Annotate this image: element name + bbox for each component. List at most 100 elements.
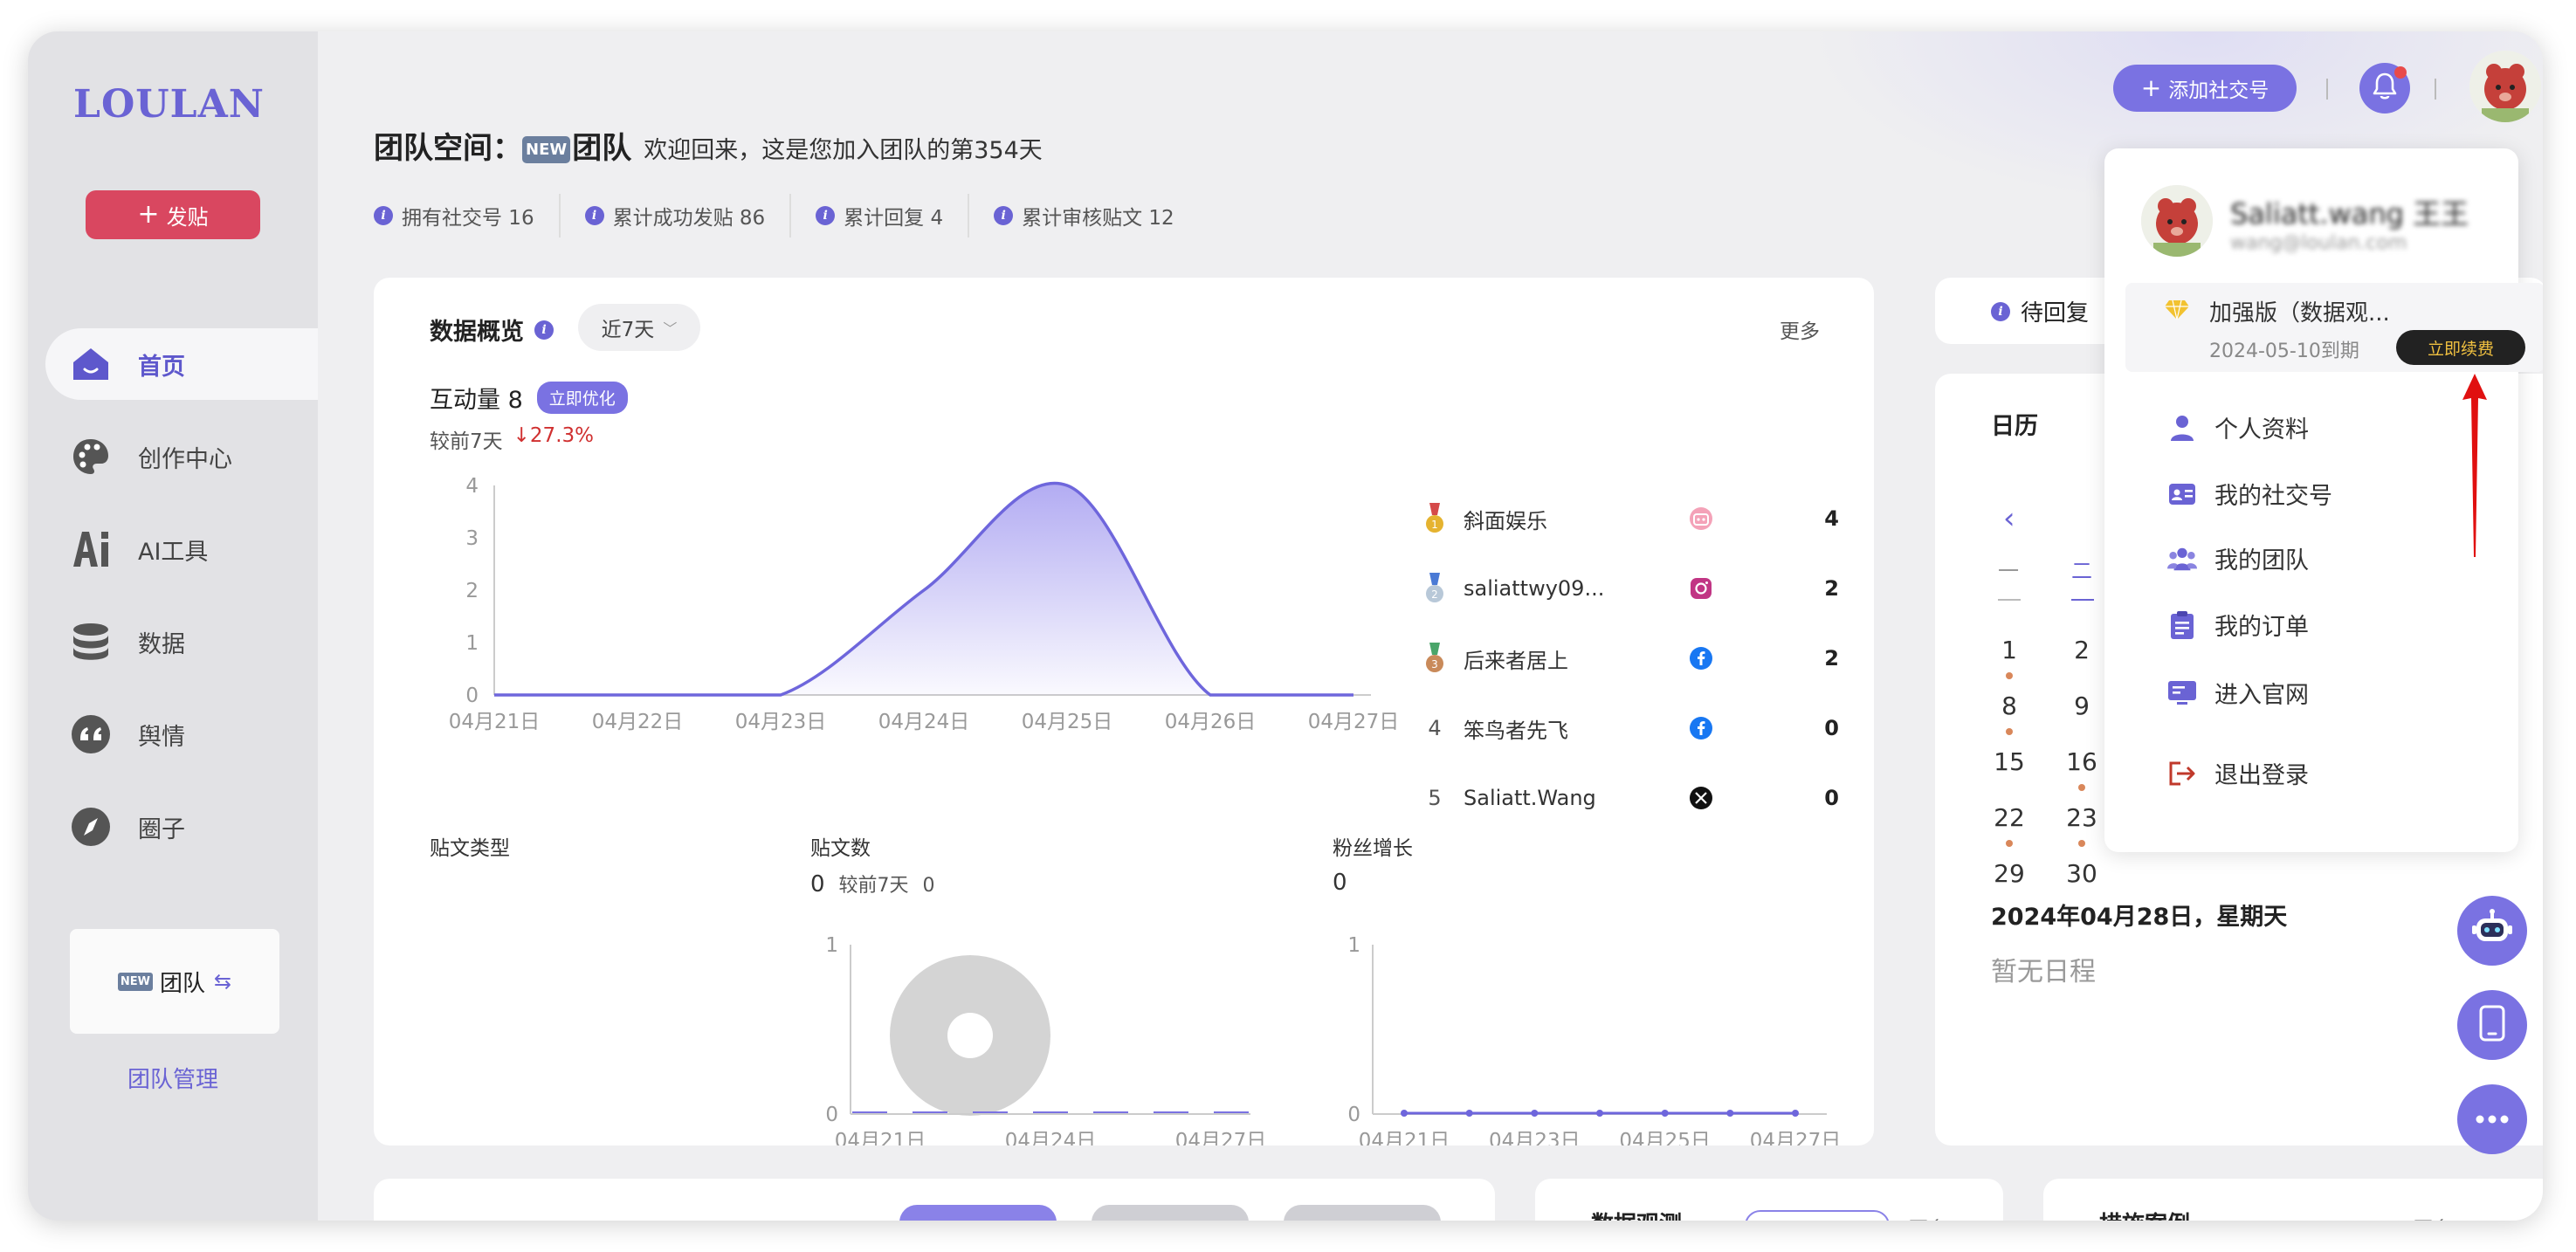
app-window: LOULAN + 发贴 首页 创作中心 AI工具 数据 舆情 圈子 NEW 团队… (28, 31, 2543, 1221)
calendar-day[interactable]: 9 (2056, 691, 2108, 720)
weekday-underline (2071, 599, 2094, 601)
bar (1093, 1111, 1128, 1113)
calendar-day[interactable]: 22 (1983, 803, 2035, 832)
ranking-value: 2 (1824, 576, 1839, 601)
menu-item-social-accounts[interactable]: 我的社交号 (2167, 477, 2332, 511)
y-tick-label: 1 (825, 934, 838, 957)
tab-pill[interactable] (1284, 1205, 1441, 1221)
user-avatar[interactable] (2469, 51, 2541, 122)
donut-hole (947, 1013, 993, 1058)
x-tick-label: 04月26日 (1165, 711, 1257, 733)
sidebar-item-home[interactable]: 首页 (45, 328, 318, 400)
mobile-button[interactable] (2457, 990, 2527, 1060)
ranking-row[interactable]: 5 Saliatt.Wang 0 (1413, 781, 1839, 815)
account-name: Saliatt.Wang (1464, 786, 1596, 810)
page-title: 团队空间： NEW 团队 欢迎回来，这是您加入团队的第354天 (374, 131, 1043, 166)
menu-item-website[interactable]: 进入官网 (2167, 676, 2309, 710)
bar (1154, 1111, 1188, 1113)
data-point (1661, 1110, 1669, 1117)
sidebar-item-label: 创作中心 (138, 445, 232, 473)
rank-number: 4 (1428, 716, 1442, 740)
post-count-label: 贴文数 (810, 837, 871, 860)
post-type-label: 贴文类型 (430, 837, 510, 860)
team-icon (2167, 544, 2197, 574)
info-icon: i (584, 206, 604, 225)
y-tick-label: 1 (1347, 934, 1360, 957)
sidebar-item-creation[interactable]: 创作中心 (45, 421, 318, 492)
tab-pill[interactable] (899, 1205, 1057, 1221)
sidebar-item-data[interactable]: 数据 (45, 606, 318, 678)
team-switcher[interactable]: NEW 团队 ⇆ (70, 929, 279, 1034)
calendar-day[interactable]: 1 (1983, 636, 2035, 664)
case-more-link[interactable]: 更多 (2414, 1214, 2452, 1221)
pending-label: 待回复 (2021, 300, 2090, 327)
team-manage-link[interactable]: 团队管理 (28, 1062, 318, 1094)
add-social-button[interactable]: + 添加社交号 (2113, 65, 2297, 112)
bar (1033, 1111, 1068, 1113)
team-switcher-label: 团队 (159, 970, 205, 997)
plus-icon: + (2140, 73, 2162, 102)
x-tick-label: 04月24日 (1005, 1130, 1097, 1145)
new-badge: NEW (117, 972, 153, 991)
x-tick-label: 04月25日 (1022, 711, 1113, 733)
calendar-day[interactable]: 29 (1983, 859, 2035, 888)
compass-icon (68, 804, 114, 850)
ranking-row[interactable]: 1 斜面娱乐 4 (1413, 501, 1839, 536)
y-tick-label: 2 (465, 580, 479, 602)
x-tick-label: 04月23日 (1489, 1130, 1581, 1145)
account-name: 后来者居上 (1464, 648, 1568, 673)
x-tick-label: 04月22日 (592, 711, 684, 733)
weekday-label: 二 (2071, 559, 2092, 583)
calendar-day[interactable]: 30 (2056, 859, 2108, 888)
menu-item-orders[interactable]: 我的订单 (2167, 608, 2309, 642)
monitor-more-link[interactable]: 更多 (1909, 1214, 1947, 1221)
ranking-value: 0 (1824, 786, 1839, 810)
post-button[interactable]: + 发贴 (86, 190, 260, 239)
brand-logo[interactable]: LOULAN (73, 82, 265, 127)
plus-icon: + (137, 199, 160, 230)
notification-button[interactable] (2359, 63, 2410, 114)
ranking-value: 4 (1824, 506, 1839, 531)
account-name: saliattwy09... (1464, 576, 1605, 601)
data-point (1726, 1110, 1734, 1117)
ai-assistant-button[interactable] (2457, 896, 2527, 966)
event-dot (2078, 840, 2085, 847)
ranking-row[interactable]: 3 后来者居上 2 (1413, 641, 1839, 676)
ranking-row[interactable]: 4 笨鸟者先飞 0 (1413, 711, 1839, 746)
notification-dot (2394, 66, 2407, 79)
sidebar-item-ai-tools[interactable]: AI工具 (45, 513, 318, 585)
more-options-button[interactable] (2457, 1084, 2527, 1154)
chevron-left-icon[interactable]: ‹ (2003, 501, 2015, 536)
calendar-day[interactable]: 2 (2056, 636, 2108, 664)
menu-item-team[interactable]: 我的团队 (2167, 541, 2309, 575)
menu-item-profile[interactable]: 个人资料 (2167, 410, 2309, 444)
stat-social-accounts: i 拥有社交号 16 (374, 194, 559, 237)
x-tick-label: 04月25日 (1619, 1130, 1711, 1145)
menu-item-logout[interactable]: 退出登录 (2167, 756, 2309, 790)
event-dot (2006, 840, 2013, 847)
phone-icon (2478, 1005, 2506, 1045)
calendar-day[interactable]: 16 (2056, 747, 2108, 776)
bar (913, 1111, 947, 1113)
tab-pill[interactable] (1092, 1205, 1249, 1221)
renew-button[interactable]: 立即续费 (2396, 330, 2525, 365)
fans-growth-label: 粉丝增长 (1333, 837, 1413, 860)
team-name: 团队 (572, 131, 632, 166)
calendar-day[interactable]: 8 (1983, 691, 2035, 720)
ranking-row[interactable]: 2 saliattwy09... 2 (1413, 571, 1839, 606)
post-count-value: 0 较前7天 0 (810, 871, 935, 898)
diamond-icon (2164, 299, 2190, 325)
calendar-day[interactable]: 15 (1983, 747, 2035, 776)
bronze-medal-icon: 3 (1413, 643, 1457, 674)
add-monitor-pill[interactable] (1745, 1210, 1890, 1221)
x-tick-label: 04月21日 (835, 1130, 926, 1145)
x-tick-label: 04月27日 (1750, 1130, 1842, 1145)
sidebar-item-opinion[interactable]: 舆情 (45, 698, 318, 770)
case-card: 措施案例 更多 (2043, 1179, 2543, 1221)
calendar-day[interactable]: 23 (2056, 803, 2108, 832)
bottom-card-left (374, 1179, 1495, 1221)
sidebar-item-label: 圈子 (138, 815, 185, 843)
stat-posts: i 累计成功发贴 86 (558, 194, 790, 237)
gold-medal-icon: 1 (1413, 503, 1457, 534)
sidebar-item-circle[interactable]: 圈子 (45, 791, 318, 863)
